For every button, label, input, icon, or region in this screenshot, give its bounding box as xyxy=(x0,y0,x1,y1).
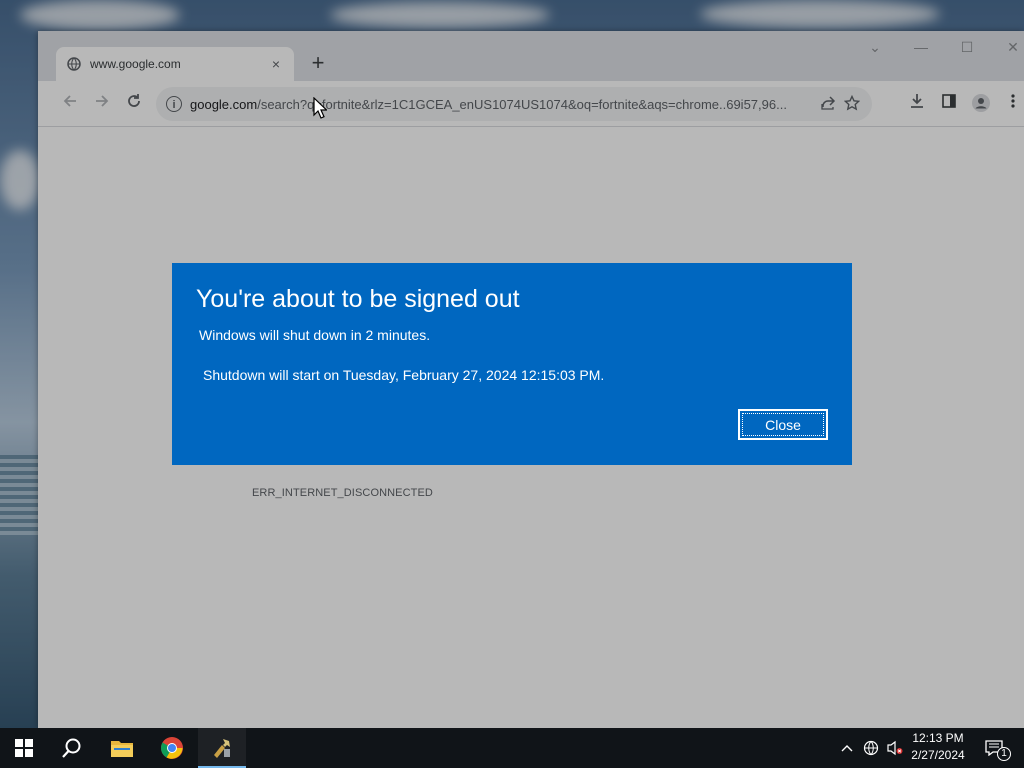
start-button[interactable] xyxy=(0,728,48,768)
mouse-cursor-icon xyxy=(313,96,328,124)
file-explorer-button[interactable] xyxy=(98,728,146,768)
clock-date: 2/27/2024 xyxy=(911,748,965,762)
dialog-message: Windows will shut down in 2 minutes. xyxy=(199,327,431,343)
search-icon xyxy=(62,738,81,758)
chrome-icon xyxy=(161,737,183,759)
system-clock[interactable]: 12:13 PM 2/27/2024 xyxy=(900,730,976,764)
dialog-title: You're about to be signed out xyxy=(196,285,520,313)
file-explorer-icon xyxy=(111,741,133,757)
taskbar: 12:13 PM 2/27/2024 1 xyxy=(0,728,1024,768)
dialog-detail: Shutdown will start on Tuesday, February… xyxy=(203,367,605,383)
search-button[interactable] xyxy=(48,728,96,768)
clock-time: 12:13 PM xyxy=(912,731,964,745)
show-hidden-icons-chevron-icon[interactable] xyxy=(836,728,858,768)
tool-icon xyxy=(214,739,230,758)
start-icon xyxy=(15,739,33,757)
shutdown-dialog: You're about to be signed out Windows wi… xyxy=(172,263,852,465)
chrome-button[interactable] xyxy=(148,728,196,768)
notification-icon: 1 xyxy=(985,740,1011,761)
close-button[interactable]: Close xyxy=(738,409,828,440)
tool-app-button[interactable] xyxy=(198,728,246,768)
notification-center-button[interactable]: 1 xyxy=(980,728,1011,768)
notification-count-badge: 1 xyxy=(997,747,1011,761)
network-globe-icon[interactable] xyxy=(860,728,882,768)
